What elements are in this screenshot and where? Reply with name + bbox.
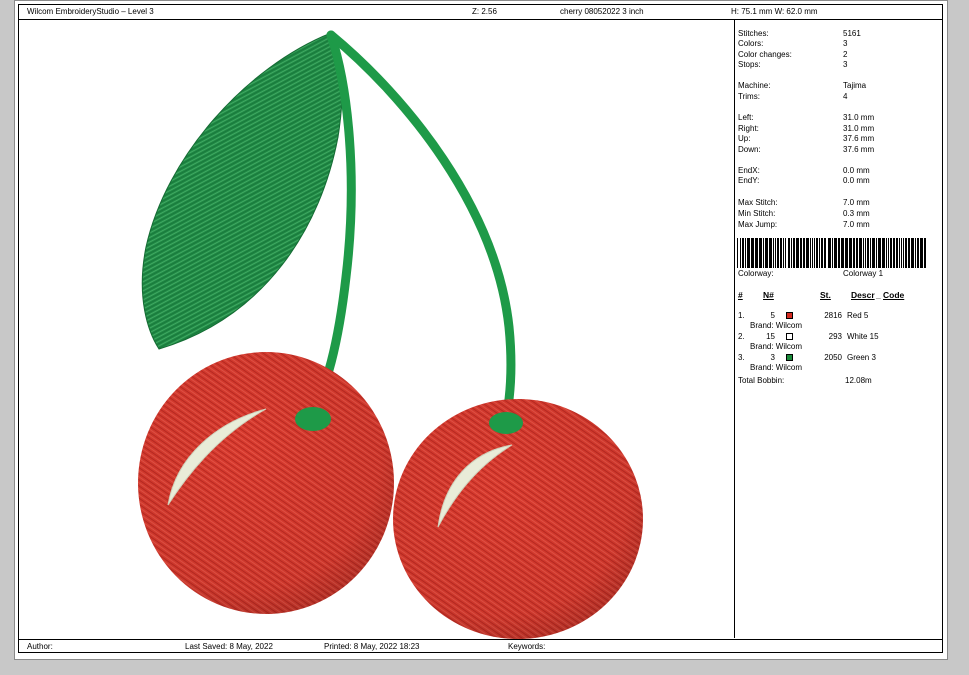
total-bobbin-value: 12.08m: [845, 376, 872, 385]
panel-divider: [734, 19, 735, 638]
footer-keywords: Keywords:: [508, 642, 546, 651]
col-header-index: #: [738, 290, 743, 300]
leaf-shape: [141, 32, 343, 350]
color-row-stitches: 293: [828, 332, 842, 341]
stat-value-right: 31.0 mm: [843, 124, 875, 133]
stat-label-stitches: Stitches:: [738, 29, 769, 38]
stat-label-endy: EndY:: [738, 176, 760, 185]
color-swatch: [786, 312, 793, 319]
stat-value-minstitch: 0.3 mm: [843, 209, 870, 218]
color-row-brand: Brand: Wilcom: [750, 342, 803, 351]
stat-value-machine: Tajima: [843, 81, 867, 90]
colorway-label: Colorway:: [738, 269, 774, 278]
color-row-index: 3.: [738, 353, 745, 362]
zoom-level: Z: 2.56: [472, 7, 497, 16]
stat-label-trims: Trims:: [738, 92, 760, 101]
header-divider: [19, 19, 942, 20]
app-title: Wilcom EmbroideryStudio – Level 3: [27, 7, 154, 16]
total-bobbin-label: Total Bobbin:: [738, 376, 785, 385]
color-swatch: [786, 333, 793, 340]
stat-label-down: Down:: [738, 145, 761, 154]
colorway-value: Colorway 1: [843, 269, 884, 278]
embroidery-design-cherry: [138, 30, 643, 639]
stem-right: [326, 30, 516, 427]
stat-value-colors: 3: [843, 39, 848, 48]
col-header-code: Code: [883, 290, 905, 300]
stat-label-right: Right:: [738, 124, 759, 133]
stat-value-trims: 4: [843, 92, 848, 101]
design-dimensions: H: 75.1 mm W: 62.0 mm: [731, 7, 818, 16]
color-row-stitches: 2816: [824, 311, 842, 320]
color-row-description: Red 5: [847, 311, 869, 320]
design-filename: cherry 08052022 3 inch: [560, 7, 644, 16]
col-header-number: N#: [763, 290, 774, 300]
stat-label-maxjump: Max Jump:: [738, 220, 778, 229]
color-row-number: 15: [766, 332, 775, 341]
color-row-index: 1.: [738, 311, 745, 320]
color-row-number: 5: [770, 311, 775, 320]
stat-value-stops: 3: [843, 60, 848, 69]
col-header-sep: _: [876, 290, 881, 300]
stat-value-endx: 0.0 mm: [843, 166, 870, 175]
barcode-image: [737, 238, 926, 268]
color-row-brand: Brand: Wilcom: [750, 363, 803, 372]
color-row-description: White 15: [847, 332, 879, 341]
col-header-stitches: St.: [820, 290, 831, 300]
col-header-descr: Descr: [851, 290, 875, 300]
stat-value-down: 37.6 mm: [843, 145, 875, 154]
stem-base-right: [489, 412, 523, 434]
stat-label-up: Up:: [738, 134, 751, 143]
color-row-brand: Brand: Wilcom: [750, 321, 803, 330]
footer-printed: Printed: 8 May, 2022 18:23: [324, 642, 420, 651]
footer-last-saved: Last Saved: 8 May, 2022: [185, 642, 273, 651]
stat-value-up: 37.6 mm: [843, 134, 875, 143]
stat-value-stitches: 5161: [843, 29, 861, 38]
stem-base-left: [295, 407, 331, 431]
color-row-index: 2.: [738, 332, 745, 341]
stat-label-maxstitch: Max Stitch:: [738, 198, 778, 207]
color-row-number: 3: [770, 353, 775, 362]
stat-label-machine: Machine:: [738, 81, 771, 90]
stat-label-endx: EndX:: [738, 166, 760, 175]
stat-label-stops: Stops:: [738, 60, 761, 69]
stat-label-left: Left:: [738, 113, 754, 122]
stat-value-colorchanges: 2: [843, 50, 848, 59]
stat-label-colorchanges: Color changes:: [738, 50, 792, 59]
worksheet-frame: Wilcom EmbroideryStudio – Level 3 Z: 2.5…: [18, 4, 943, 653]
stat-label-minstitch: Min Stitch:: [738, 209, 776, 218]
stat-value-maxjump: 7.0 mm: [843, 220, 870, 229]
stat-value-endy: 0.0 mm: [843, 176, 870, 185]
stat-value-left: 31.0 mm: [843, 113, 875, 122]
color-row-stitches: 2050: [824, 353, 842, 362]
stat-value-maxstitch: 7.0 mm: [843, 198, 870, 207]
stat-label-colors: Colors:: [738, 39, 764, 48]
color-row-description: Green 3: [847, 353, 876, 362]
color-swatch: [786, 354, 793, 361]
footer-author: Author:: [27, 642, 53, 651]
